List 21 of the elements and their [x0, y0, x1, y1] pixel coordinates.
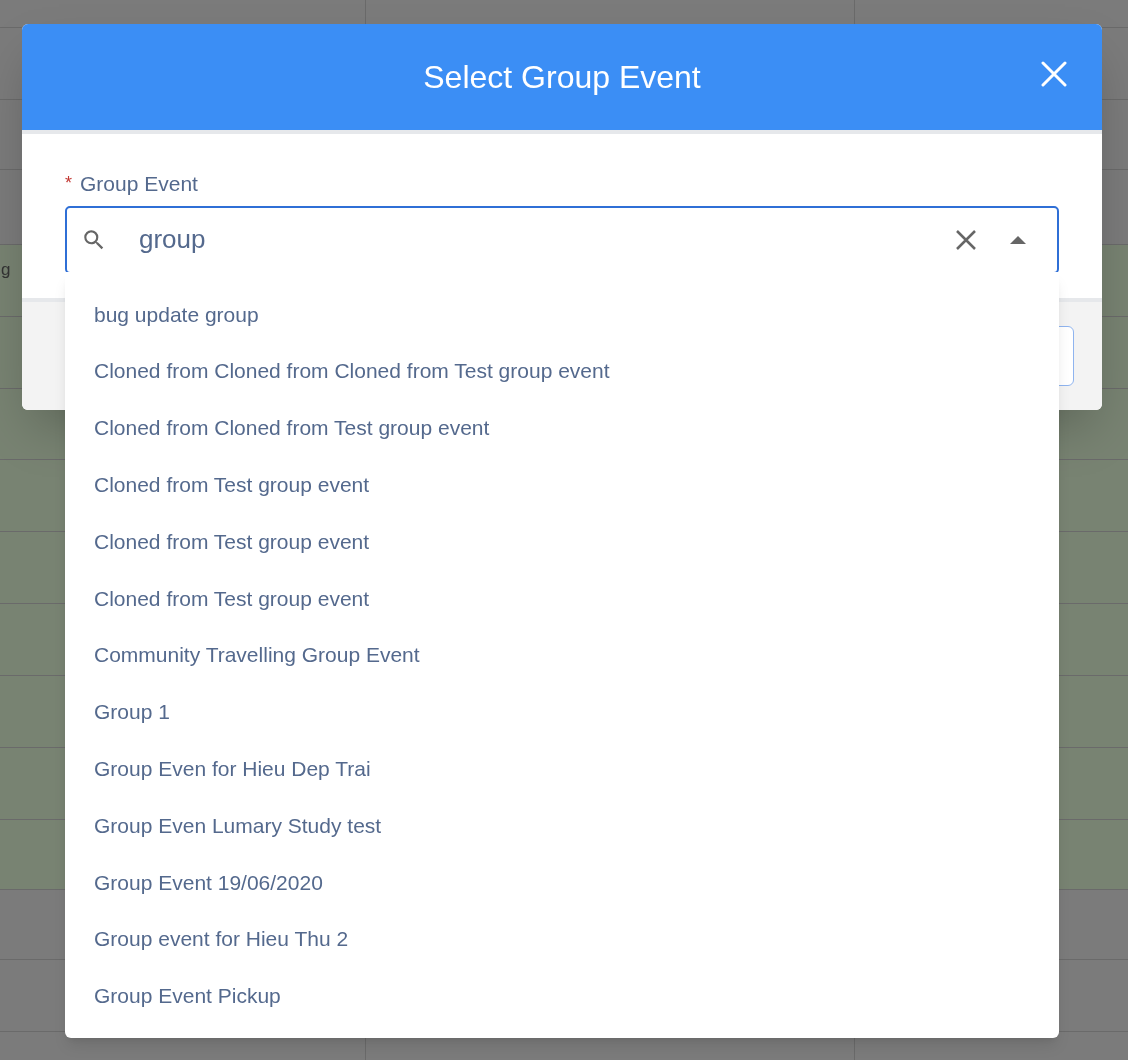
dropdown-option[interactable]: Group Even for Hieu Dep Trai [65, 740, 1059, 798]
dropdown-option[interactable]: Group Event Pickup [65, 967, 1059, 1025]
dropdown-option[interactable]: Group 1 [65, 683, 1059, 741]
search-input[interactable]: group [139, 220, 955, 259]
dropdown-option[interactable]: Group event for Hieu Thu 2 [65, 910, 1059, 968]
dropdown-option[interactable]: Cloned from Cloned from Test group event [65, 399, 1059, 457]
clear-icon[interactable] [955, 228, 977, 251]
calendar-event-text: g [1, 259, 11, 281]
required-mark: * [65, 172, 72, 196]
dropdown-option[interactable]: Group Event 19/06/2020 [65, 853, 1059, 911]
dropdown-option[interactable]: Group Even Lumary Study test [65, 797, 1059, 854]
dropdown-option[interactable]: Cloned from Test group event [65, 570, 1059, 627]
dropdown-option[interactable]: Cloned from Cloned from Cloned from Test group event [65, 342, 1059, 400]
close-icon [1041, 61, 1067, 87]
dialog-title: Select Group Event [423, 58, 701, 97]
dropdown-option[interactable]: Community Travelling Group Event [65, 626, 1059, 684]
combobox[interactable]: group [65, 205, 1059, 274]
dropdown-option[interactable]: Cloned from Test group event [65, 513, 1059, 570]
field-label: Group Event [80, 171, 198, 197]
dropdown-option[interactable]: bug update group [65, 286, 1059, 343]
dropdown-option[interactable]: Cloned from Test group event [65, 456, 1059, 514]
